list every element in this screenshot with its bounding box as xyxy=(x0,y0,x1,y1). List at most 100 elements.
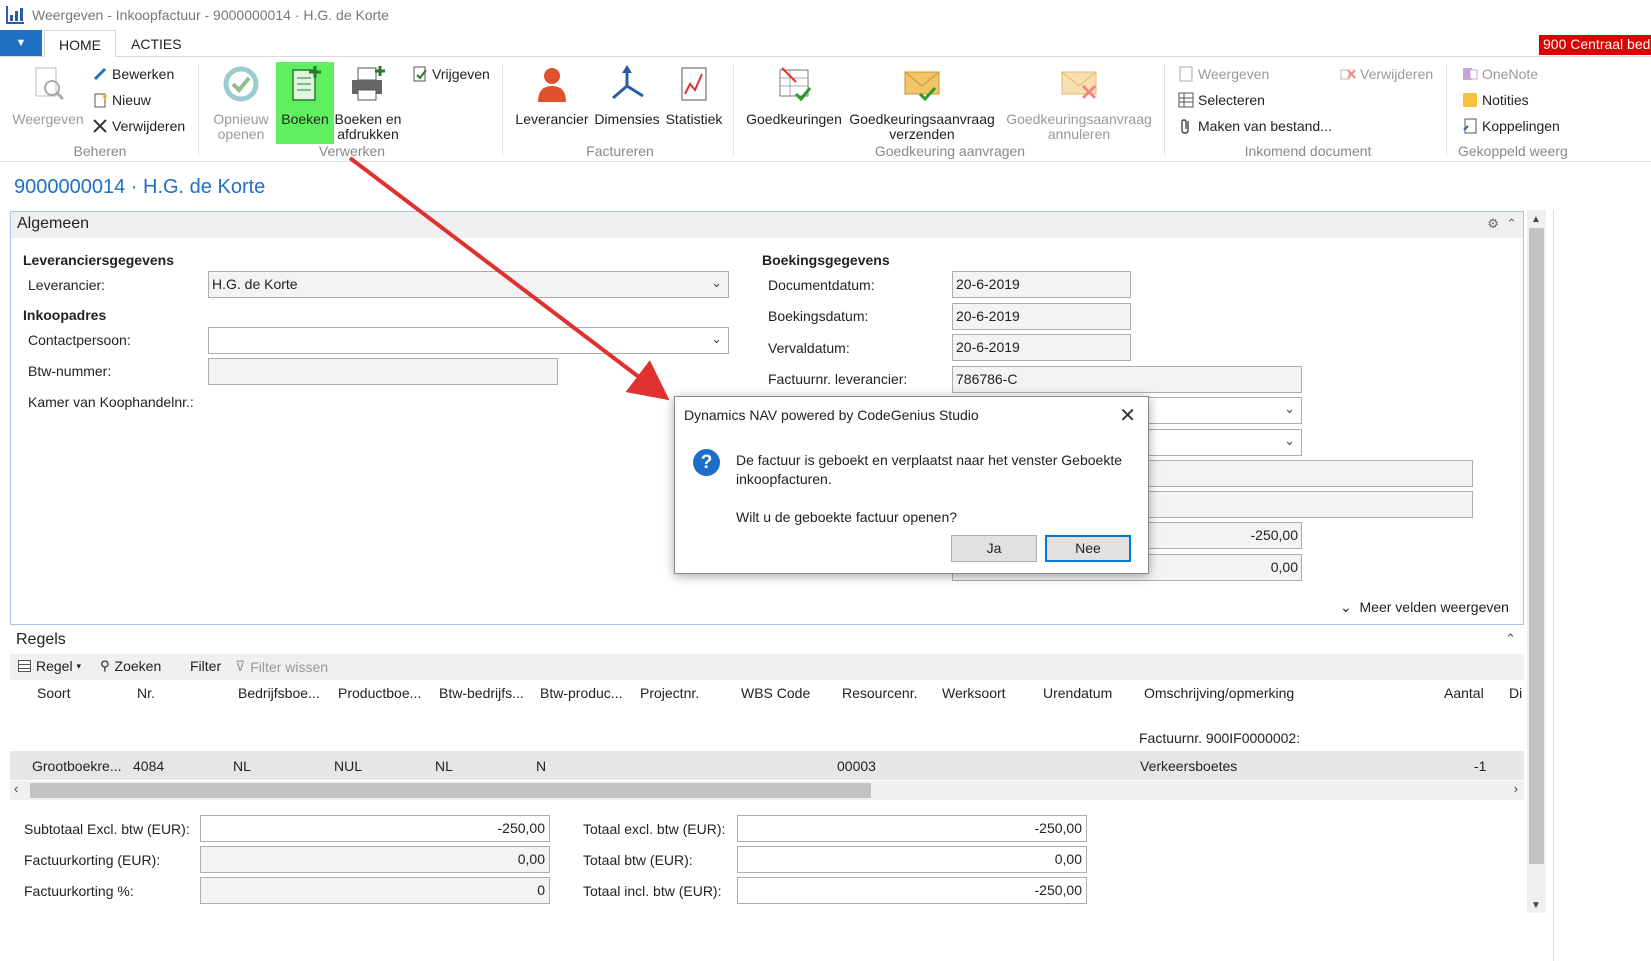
tab-acties[interactable]: ACTIES xyxy=(117,30,196,57)
column-header-nr[interactable]: Nr. xyxy=(137,685,155,701)
column-header-btw-bedrijfsboekingsgroep[interactable]: Btw-bedrijfs... xyxy=(439,685,524,701)
column-header-soort[interactable]: Soort xyxy=(37,685,70,701)
regels-header[interactable]: Regels ⌃ xyxy=(10,629,1524,653)
opnieuw-openen-button[interactable]: Opnieuw openen xyxy=(206,64,276,142)
goedkeuringsaanvraag-verzenden-button[interactable]: Goedkeuringsaanvraag verzenden xyxy=(848,64,996,142)
vertical-scroll-thumb[interactable] xyxy=(1529,228,1544,864)
scroll-right-icon[interactable]: › xyxy=(1514,781,1518,796)
inkomend-verwijderen-button[interactable]: Verwijderen xyxy=(1340,66,1433,82)
chevron-down-icon[interactable]: ⌄ xyxy=(1284,401,1295,417)
section-leveranciersgegevens: Leveranciersgegevens xyxy=(23,252,174,268)
send-approval-envelope-icon xyxy=(902,64,942,104)
column-header-resourcenr[interactable]: Resourcenr. xyxy=(842,685,917,701)
btw-nummer-field[interactable] xyxy=(208,358,558,385)
chevron-down-icon[interactable]: ⌄ xyxy=(1284,433,1295,449)
leverancier-label: Leverancier: xyxy=(28,277,106,293)
maken-van-bestand-button[interactable]: Maken van bestand... xyxy=(1178,118,1332,134)
bewerken-button[interactable]: Bewerken xyxy=(92,66,174,82)
column-header-bedrijfsboekingsgroep[interactable]: Bedrijfsboe... xyxy=(238,685,320,701)
vertical-scrollbar[interactable]: ▲ ▼ xyxy=(1527,210,1546,913)
close-icon[interactable]: ✕ xyxy=(1119,403,1136,428)
page-title: 9000000014 · H.G. de Korte xyxy=(14,176,266,198)
ribbon-tab-row: ▼ HOME ACTIES 900 Centraal bed xyxy=(0,30,1651,57)
boeken-en-afdrukken-button[interactable]: Boeken en afdrukken xyxy=(334,64,402,142)
grid-icon xyxy=(18,660,31,672)
inkomend-selecteren-button[interactable]: Selecteren xyxy=(1178,92,1265,108)
onenote-button[interactable]: OneNote xyxy=(1462,66,1538,82)
factuurnr-leverancier-field[interactable]: 786786-C xyxy=(952,366,1302,393)
column-header-btw-productboekingsgroep[interactable]: Btw-produc... xyxy=(540,685,622,701)
collapse-chevron-up-icon[interactable]: ⌃ xyxy=(1506,216,1517,231)
ribbon-separator xyxy=(1164,64,1165,156)
document-icon xyxy=(1178,66,1194,82)
boekingsdatum-field[interactable]: 20-6-2019 xyxy=(952,303,1131,330)
weergeven-button[interactable]: Weergeven xyxy=(10,64,86,127)
scroll-up-icon[interactable]: ▲ xyxy=(1531,214,1541,225)
chevron-down-icon[interactable]: ⌄ xyxy=(711,275,722,291)
contactpersoon-field[interactable]: ⌄ xyxy=(208,327,729,354)
documentdatum-field[interactable]: 20-6-2019 xyxy=(952,271,1131,298)
group-label-factureren: Factureren xyxy=(586,143,654,159)
approvals-grid-icon xyxy=(774,64,814,104)
zoeken-button[interactable]: ⚲ Zoeken xyxy=(100,658,161,674)
inkomend-weergeven-button[interactable]: Weergeven xyxy=(1178,66,1269,82)
vervaldatum-field[interactable]: 20-6-2019 xyxy=(952,334,1131,361)
factuurkorting-field[interactable]: 0,00 xyxy=(200,846,550,873)
horizontal-scroll-thumb[interactable] xyxy=(30,783,871,798)
totaal-incl-field: -250,00 xyxy=(737,877,1087,904)
nieuw-button[interactable]: ✶ Nieuw xyxy=(92,92,151,108)
boeken-button[interactable]: Boeken xyxy=(276,62,334,144)
horizontal-scrollbar[interactable]: ‹ › xyxy=(10,781,1524,800)
column-header-productboekingsgroep[interactable]: Productboe... xyxy=(338,685,421,701)
dialog-title: Dynamics NAV powered by CodeGenius Studi… xyxy=(684,407,979,423)
dialog-question: Wilt u de geboekte factuur openen? xyxy=(736,509,958,525)
algemeen-header[interactable]: Algemeen ⚙ ⌃ xyxy=(11,212,1523,238)
column-header-werksoort[interactable]: Werksoort xyxy=(942,685,1006,701)
goedkeuringen-button[interactable]: Goedkeuringen xyxy=(744,64,844,127)
totaal-incl-label: Totaal incl. btw (EUR): xyxy=(583,883,722,899)
filter-button[interactable]: Filter xyxy=(190,658,221,674)
column-header-aantal[interactable]: Aantal xyxy=(1444,685,1484,701)
table-row[interactable]: Grootboekre... 4084 NL NUL NL N 00003 Ve… xyxy=(10,751,1524,780)
regel-menu-button[interactable]: Regel ▾ xyxy=(18,658,81,674)
scroll-down-icon[interactable]: ▼ xyxy=(1531,900,1541,911)
column-header-omschrijving[interactable]: Omschrijving/opmerking xyxy=(1144,685,1294,701)
ja-button[interactable]: Ja xyxy=(951,535,1037,562)
leverancier-button[interactable]: Leverancier xyxy=(514,64,590,127)
dimensies-button[interactable]: Dimensies xyxy=(592,64,662,127)
ribbon-separator xyxy=(733,64,734,156)
note-icon xyxy=(1462,92,1478,108)
section-boekingsgegevens: Boekingsgegevens xyxy=(762,252,890,268)
statistiek-button[interactable]: Statistiek xyxy=(664,64,724,127)
leverancier-field[interactable]: H.G. de Korte ⌄ xyxy=(208,271,729,298)
binoculars-icon: ⚲ xyxy=(100,658,110,673)
factuurnr-leverancier-label: Factuurnr. leverancier: xyxy=(768,371,908,387)
column-header-wbs-code[interactable]: WBS Code xyxy=(741,685,810,701)
column-header-di[interactable]: Di xyxy=(1509,685,1524,701)
group-label-goedkeuring: Goedkeuring aanvragen xyxy=(874,143,1026,159)
tab-home[interactable]: HOME xyxy=(44,30,116,57)
confirmation-dialog: Dynamics NAV powered by CodeGenius Studi… xyxy=(674,396,1149,574)
nee-button[interactable]: Nee xyxy=(1045,535,1131,562)
filter-wissen-button[interactable]: ⊽ Filter wissen xyxy=(235,658,328,675)
vendor-person-icon xyxy=(532,64,572,104)
view-document-icon xyxy=(28,64,68,104)
verwijderen-button[interactable]: Verwijderen xyxy=(92,118,185,134)
scroll-left-icon[interactable]: ‹ xyxy=(14,781,18,796)
subtotaal-field: -250,00 xyxy=(200,815,550,842)
group-label-inkomend: Inkomend document xyxy=(1244,143,1372,159)
chevron-down-icon[interactable]: ⌄ xyxy=(711,331,722,347)
vrijgeven-button[interactable]: Vrijgeven xyxy=(412,66,490,82)
new-document-icon: ✶ xyxy=(92,92,109,108)
totaal-btw-label: Totaal btw (EUR): xyxy=(583,852,693,868)
company-badge: 900 Centraal bed xyxy=(1539,35,1651,55)
settings-gear-icon[interactable]: ⚙ xyxy=(1487,216,1499,231)
koppelingen-button[interactable]: Koppelingen xyxy=(1462,118,1560,134)
factuurkorting-pct-field[interactable]: 0 xyxy=(200,877,550,904)
collapse-chevron-up-icon[interactable]: ⌃ xyxy=(1505,631,1516,647)
notities-button[interactable]: Notities xyxy=(1462,92,1529,108)
goedkeuringsaanvraag-annuleren-button[interactable]: Goedkeuringsaanvraag annuleren xyxy=(1004,64,1154,142)
column-header-projectnr[interactable]: Projectnr. xyxy=(640,685,699,701)
application-menu-button[interactable]: ▼ xyxy=(0,30,42,56)
column-header-urendatum[interactable]: Urendatum xyxy=(1043,685,1112,701)
